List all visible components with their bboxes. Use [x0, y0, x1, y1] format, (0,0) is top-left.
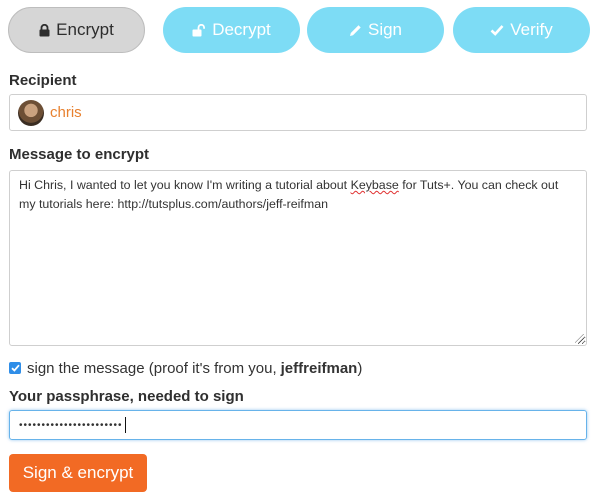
tab-encrypt[interactable]: Encrypt: [8, 7, 145, 53]
recipient-field[interactable]: chris: [9, 94, 587, 131]
passphrase-label: Your passphrase, needed to sign: [9, 388, 244, 405]
tab-sign-label: Sign: [367, 20, 403, 39]
mode-tabs: Encrypt Decrypt Sign Verify: [8, 7, 590, 55]
resize-handle-icon[interactable]: [575, 334, 584, 343]
message-textarea[interactable]: Hi Chris, I wanted to let you know I'm w…: [9, 170, 587, 346]
tab-encrypt-label: Encrypt: [56, 20, 114, 39]
sign-checkbox[interactable]: [9, 362, 21, 374]
sign-and-encrypt-button[interactable]: Sign & encrypt: [9, 454, 147, 492]
passphrase-masked-value: •••••••••••••••••••••••: [19, 419, 123, 431]
tab-sign[interactable]: Sign: [307, 7, 444, 53]
misspelled-word: Keybase: [350, 178, 399, 192]
passphrase-input[interactable]: •••••••••••••••••••••••: [9, 410, 587, 440]
tab-verify[interactable]: Verify: [453, 7, 590, 53]
sign-checkbox-label: sign the message (proof it's from you,: [27, 359, 277, 377]
avatar: [18, 99, 44, 126]
tab-decrypt-label: Decrypt: [212, 20, 271, 39]
message-text-start: Hi Chris, I wanted to let you know I'm w…: [19, 178, 351, 192]
pencil-icon: [349, 24, 362, 37]
sign-option: sign the message (proof it's from you, j…: [9, 358, 362, 378]
checkmark-icon: [10, 364, 20, 372]
lock-icon: [39, 23, 50, 37]
tab-verify-label: Verify: [510, 20, 553, 39]
recipient-label: Recipient: [9, 72, 77, 89]
signer-username: jeffreifman: [280, 359, 358, 377]
sign-label-close: ): [357, 359, 363, 377]
text-caret: [124, 417, 126, 433]
tab-decrypt[interactable]: Decrypt: [163, 7, 300, 53]
unlock-icon: [192, 23, 206, 37]
check-icon: [490, 24, 504, 36]
message-label: Message to encrypt: [9, 146, 150, 163]
recipient-name: chris: [50, 104, 82, 121]
